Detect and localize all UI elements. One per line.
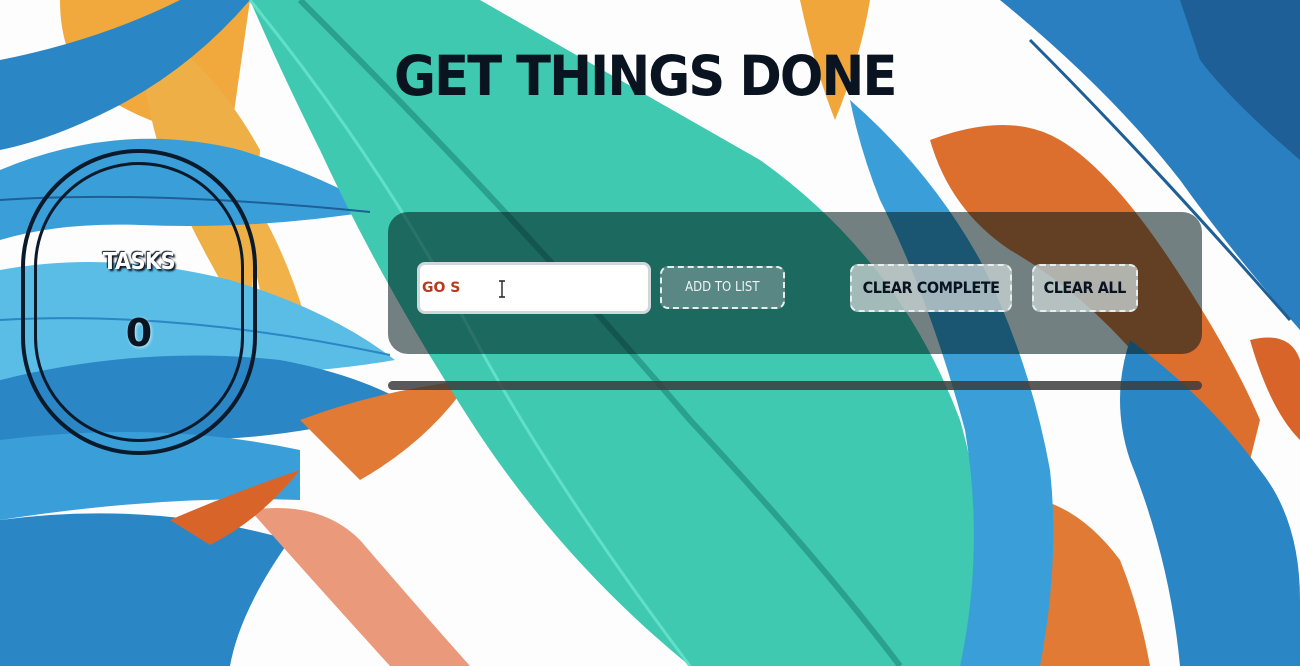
clear-complete-button[interactable]: CLEAR COMPLETE [850, 264, 1012, 312]
clear-complete-label: CLEAR COMPLETE [862, 278, 1000, 297]
task-input[interactable] [417, 262, 651, 314]
task-counter: TASKS 0 [21, 149, 257, 455]
progress-bar [388, 381, 1202, 390]
task-counter-inner-ring [34, 162, 244, 442]
page-title: GET THINGS DONE [394, 44, 897, 108]
clear-all-button[interactable]: CLEAR ALL [1032, 264, 1138, 312]
task-counter-value: 0 [125, 311, 153, 355]
task-counter-label: TASKS [102, 249, 176, 275]
add-to-list-button[interactable]: ADD TO LIST [660, 266, 785, 309]
clear-all-label: CLEAR ALL [1043, 278, 1127, 297]
add-to-list-label: ADD TO LIST [685, 280, 760, 295]
